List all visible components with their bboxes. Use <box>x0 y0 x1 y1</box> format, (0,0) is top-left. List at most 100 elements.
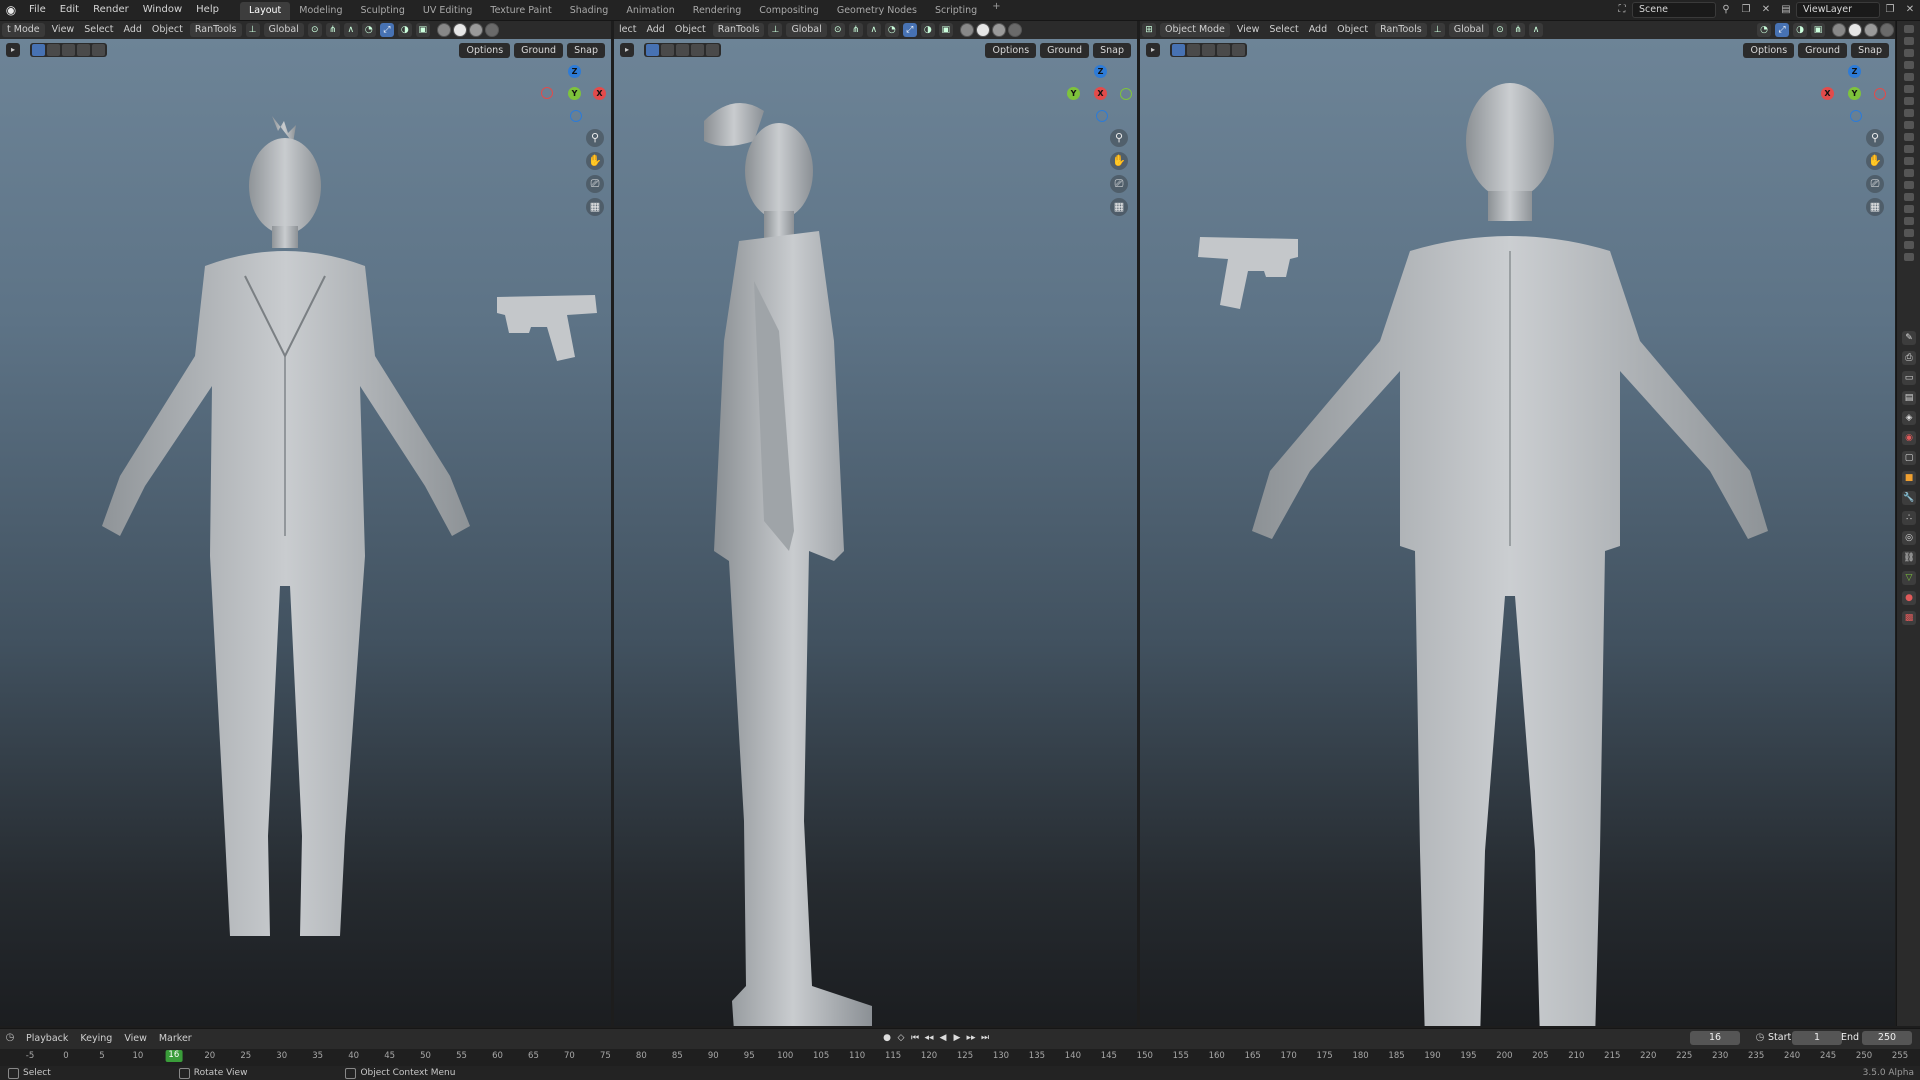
select-new-icon[interactable] <box>646 44 659 56</box>
pin-icon[interactable]: ⚲ <box>1719 3 1733 17</box>
xray-icon[interactable]: ▣ <box>415 23 430 37</box>
pistol-model[interactable] <box>495 291 600 371</box>
end-frame-field[interactable]: 250 <box>1862 1031 1912 1045</box>
camera-view-icon[interactable]: ⎚ <box>1866 175 1884 193</box>
snap-icon[interactable]: ⋔ <box>1511 23 1526 37</box>
select-intersect-icon[interactable] <box>706 44 719 56</box>
tab-rendering[interactable]: Rendering <box>684 2 751 20</box>
menu-select[interactable]: Select <box>79 21 118 39</box>
viewport-back[interactable]: ⊞ Object Mode View Select Add Object Ran… <box>1140 21 1895 1026</box>
proportional-icon[interactable]: ∧ <box>343 23 358 37</box>
outliner-row-icon[interactable] <box>1904 145 1914 153</box>
pan-hand-icon[interactable]: ✋ <box>1866 152 1884 170</box>
outliner-row-icon[interactable] <box>1904 109 1914 117</box>
constraints-properties-icon[interactable]: ⛓ <box>1902 551 1916 565</box>
overlay-icon[interactable]: ◑ <box>920 23 935 37</box>
character-model-back[interactable] <box>1190 51 1820 1026</box>
ground-button[interactable]: Ground <box>1040 42 1090 58</box>
clock-icon[interactable]: ◷ <box>1753 1031 1767 1045</box>
delete-layer-icon[interactable]: ✕ <box>1903 3 1917 17</box>
menu-add[interactable]: Add <box>119 21 147 39</box>
visibility-icon[interactable]: ◔ <box>884 23 899 37</box>
tab-shading[interactable]: Shading <box>561 2 618 20</box>
jump-start-icon[interactable]: ⏮ <box>908 1031 922 1045</box>
menu-select[interactable]: Select <box>1264 21 1303 39</box>
tool-properties-icon[interactable]: ✎ <box>1902 331 1916 345</box>
viewport-side[interactable]: lect Add Object RanTools ⊥ Global ⊙ ⋔ ∧ … <box>614 21 1137 1026</box>
axis-y-icon[interactable]: Y <box>1848 87 1861 100</box>
select-new-icon[interactable] <box>1172 44 1185 56</box>
visibility-icon[interactable]: ◔ <box>361 23 376 37</box>
wireframe-shading-icon[interactable] <box>959 23 974 37</box>
gizmo-toggle-icon[interactable]: ⤢ <box>379 23 394 37</box>
axis-z-icon[interactable]: Z <box>568 65 581 78</box>
next-keyframe-icon[interactable]: ▸▸ <box>964 1031 978 1045</box>
outliner-row-icon[interactable] <box>1904 49 1914 57</box>
transform-orientation-dropdown[interactable]: Global <box>786 23 827 37</box>
data-properties-icon[interactable]: ▽ <box>1902 571 1916 585</box>
zoom-icon[interactable]: ⚲ <box>1866 129 1884 147</box>
select-extend-icon[interactable] <box>661 44 674 56</box>
proportional-icon[interactable]: ∧ <box>866 23 881 37</box>
rantools-menu[interactable]: RanTools <box>1375 23 1427 37</box>
pan-hand-icon[interactable]: ✋ <box>586 152 604 170</box>
viewport-front[interactable]: t Mode View Select Add Object RanTools ⊥… <box>0 21 611 1026</box>
timeline-view-menu[interactable]: View <box>118 1033 153 1044</box>
pivot-icon[interactable]: ⊙ <box>1493 23 1508 37</box>
axis-neg-z-icon[interactable] <box>570 110 582 122</box>
play-reverse-icon[interactable]: ◀ <box>936 1031 950 1045</box>
tab-compositing[interactable]: Compositing <box>750 2 828 20</box>
character-model-side[interactable] <box>694 81 994 1026</box>
material-shading-icon[interactable] <box>991 23 1006 37</box>
tab-geometry-nodes[interactable]: Geometry Nodes <box>828 2 926 20</box>
menu-help[interactable]: Help <box>189 0 226 20</box>
options-dropdown[interactable]: Options <box>985 42 1037 58</box>
xray-icon[interactable]: ▣ <box>1811 23 1825 37</box>
outliner-row-icon[interactable] <box>1904 241 1914 249</box>
select-subtract-icon[interactable] <box>62 44 75 56</box>
axis-neg-y-icon[interactable] <box>1120 88 1132 100</box>
scene-properties-icon[interactable]: ◈ <box>1902 411 1916 425</box>
menu-add[interactable]: Add <box>1304 21 1332 39</box>
toolbar-toggle-icon[interactable]: ▸ <box>6 43 20 57</box>
outliner-row-icon[interactable] <box>1904 253 1914 261</box>
orientation-icon[interactable]: ⊥ <box>1430 23 1445 37</box>
tab-layout[interactable]: Layout <box>239 1 291 20</box>
navigation-gizmo[interactable]: Z X Y <box>1820 65 1890 127</box>
tab-animation[interactable]: Animation <box>617 2 683 20</box>
texture-properties-icon[interactable]: ▩ <box>1902 611 1916 625</box>
snap-button[interactable]: Snap <box>1093 42 1131 58</box>
rendered-shading-icon[interactable] <box>1007 23 1022 37</box>
axis-y-icon[interactable]: Y <box>1067 87 1080 100</box>
editor-type-icon[interactable]: ⊞ <box>1142 23 1156 37</box>
proportional-icon[interactable]: ∧ <box>1529 23 1544 37</box>
menu-view[interactable]: View <box>1232 21 1265 39</box>
marker-menu[interactable]: Marker <box>153 1033 198 1044</box>
playback-menu[interactable]: Playback <box>20 1033 74 1044</box>
axis-x-icon[interactable]: X <box>1821 87 1834 100</box>
options-dropdown[interactable]: Options <box>459 42 511 58</box>
axis-neg-x-icon[interactable] <box>541 87 553 99</box>
outliner-row-icon[interactable] <box>1904 133 1914 141</box>
camera-view-icon[interactable]: ⎚ <box>1110 175 1128 193</box>
menu-object[interactable]: Object <box>670 21 711 39</box>
visibility-icon[interactable]: ◔ <box>1757 23 1771 37</box>
view-layer-field[interactable]: ViewLayer <box>1796 2 1880 18</box>
perspective-grid-icon[interactable]: ▦ <box>586 198 604 216</box>
rendered-shading-icon[interactable] <box>1880 23 1894 37</box>
select-new-icon[interactable] <box>32 44 45 56</box>
solid-shading-icon[interactable] <box>1848 23 1862 37</box>
menu-add[interactable]: Add <box>641 21 669 39</box>
navigation-gizmo[interactable]: Z Y X <box>1066 65 1136 127</box>
tab-scripting[interactable]: Scripting <box>926 2 986 20</box>
axis-neg-x-icon[interactable] <box>1874 88 1886 100</box>
new-scene-icon[interactable]: ❐ <box>1739 3 1753 17</box>
view-layer-icon[interactable]: ▤ <box>1779 3 1793 17</box>
outliner-row-icon[interactable] <box>1904 229 1914 237</box>
play-icon[interactable]: ▶ <box>950 1031 964 1045</box>
add-workspace-button[interactable]: + <box>986 1 1006 20</box>
timeline-ruler[interactable]: -5 0 5 10 16 20 25 30 35 40 45 50 55 60 65 70 75 80 85 90 95… <box>0 1049 1920 1067</box>
collection-properties-icon[interactable]: ▢ <box>1902 451 1916 465</box>
outliner-row-icon[interactable] <box>1904 217 1914 225</box>
material-shading-icon[interactable] <box>1864 23 1878 37</box>
